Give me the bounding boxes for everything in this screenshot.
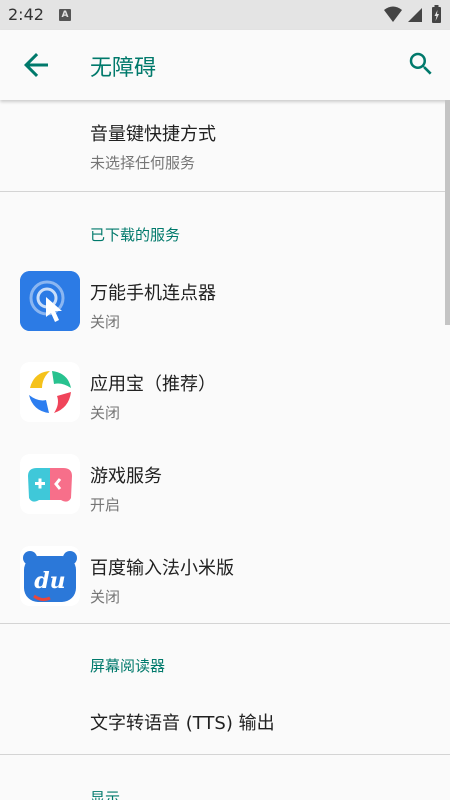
svg-text:du: du xyxy=(34,568,65,594)
section-header-screen-reader: 屏幕阅读器 xyxy=(90,657,166,675)
battery-icon xyxy=(432,5,441,23)
volume-key-shortcut-item[interactable]: 音量键快捷方式 未选择任何服务 xyxy=(90,120,216,173)
back-button[interactable] xyxy=(18,47,54,83)
volume-key-shortcut-subtitle: 未选择任何服务 xyxy=(90,154,196,172)
search-icon xyxy=(409,52,432,75)
cell-signal-icon xyxy=(408,8,422,22)
service-status: 开启 xyxy=(90,496,121,514)
volume-key-shortcut-title: 音量键快捷方式 xyxy=(90,124,216,145)
service-item-yingyongbao[interactable]: 应用宝（推荐） 关闭 xyxy=(90,370,216,423)
service-item-game-service[interactable]: 游戏服务 开启 xyxy=(90,462,162,515)
scrollbar[interactable] xyxy=(445,100,450,325)
service-status: 关闭 xyxy=(90,313,121,331)
arrow-back-icon xyxy=(24,53,48,77)
status-time: 2:42 xyxy=(8,5,44,24)
section-header-display: 显示 xyxy=(90,789,121,800)
game-service-app-icon xyxy=(20,454,80,514)
auto-clicker-app-icon xyxy=(20,271,80,331)
wifi-icon xyxy=(384,6,402,22)
baidu-input-app-icon: du xyxy=(20,546,80,606)
tts-output-title: 文字转语音 (TTS) 输出 xyxy=(90,713,275,734)
service-item-baidu-input[interactable]: 百度输入法小米版 关闭 xyxy=(90,554,234,607)
service-title: 万能手机连点器 xyxy=(90,283,216,304)
section-header-downloaded: 已下载的服务 xyxy=(90,226,181,244)
service-status: 关闭 xyxy=(90,588,121,606)
service-title: 百度输入法小米版 xyxy=(90,558,234,579)
status-bar: 2:42 A xyxy=(0,0,450,30)
settings-list: 音量键快捷方式 未选择任何服务 已下载的服务 万能手机连点器 关闭 应用宝（推荐… xyxy=(0,100,450,800)
service-title: 游戏服务 xyxy=(90,466,162,487)
divider xyxy=(0,191,450,192)
divider xyxy=(0,623,450,624)
page-title: 无障碍 xyxy=(90,56,157,81)
search-button[interactable] xyxy=(406,49,436,79)
tts-output-item[interactable]: 文字转语音 (TTS) 输出 xyxy=(90,709,275,735)
app-bar: 无障碍 xyxy=(0,30,450,100)
yingyongbao-app-icon xyxy=(20,362,80,422)
status-icons xyxy=(382,5,444,25)
notification-badge-icon: A xyxy=(59,9,71,21)
divider xyxy=(0,754,450,755)
service-status: 关闭 xyxy=(90,404,121,422)
service-item-auto-clicker[interactable]: 万能手机连点器 关闭 xyxy=(90,279,216,332)
service-title: 应用宝（推荐） xyxy=(90,374,216,395)
